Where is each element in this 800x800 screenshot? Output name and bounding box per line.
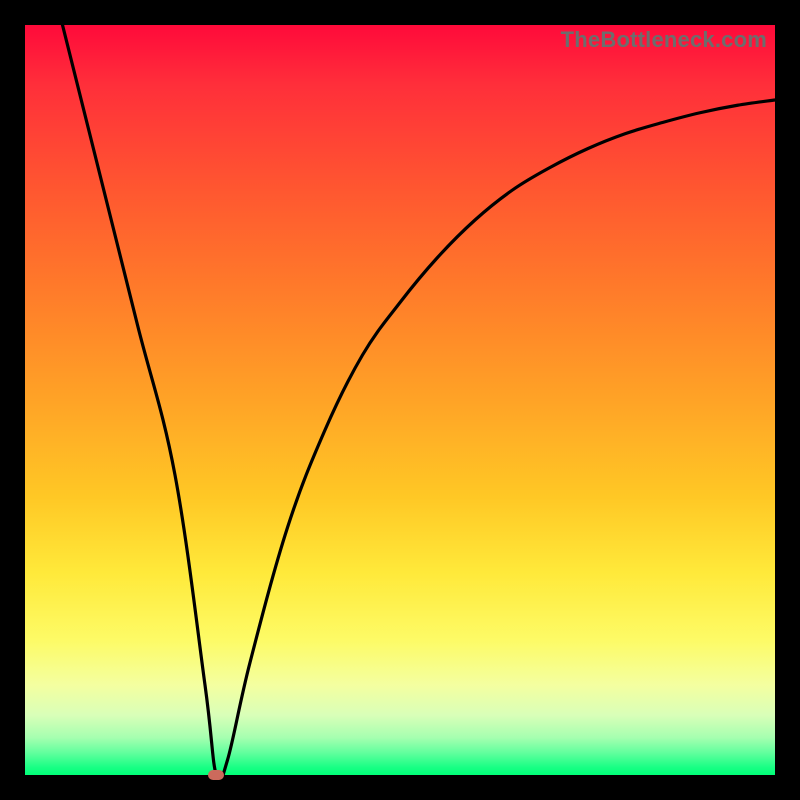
optimal-marker xyxy=(208,770,224,780)
plot-area: TheBottleneck.com xyxy=(25,25,775,775)
curve-layer xyxy=(25,25,775,775)
bottleneck-curve xyxy=(63,25,776,775)
watermark-text: TheBottleneck.com xyxy=(561,27,767,53)
chart-stage: TheBottleneck.com xyxy=(0,0,800,800)
